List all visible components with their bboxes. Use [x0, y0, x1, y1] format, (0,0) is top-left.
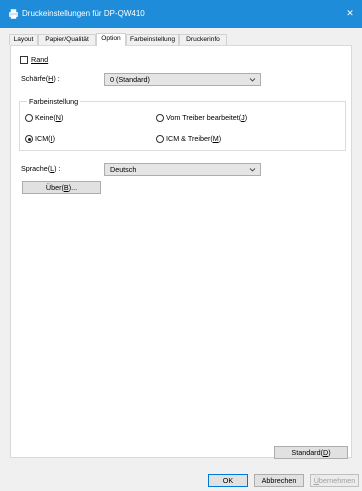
about-button-pre: Über( — [45, 183, 64, 192]
sprache-label-post: ) : — [54, 164, 61, 173]
about-button[interactable]: Über(B)... — [22, 181, 101, 194]
tab-druckerinfo[interactable]: Druckerinfo — [179, 34, 227, 45]
standard-button-pre: Standard( — [291, 448, 323, 457]
cancel-button[interactable]: Abbrechen — [254, 474, 304, 487]
radio-label-post: ) — [244, 113, 248, 122]
radio-label-pre: Vom Treiber bearbeitet( — [166, 113, 242, 122]
title-bar: Druckeinstellungen für DP-QW410 ✕ — [0, 0, 362, 28]
tab-label: Druckerinfo — [186, 36, 220, 43]
radio-icm[interactable] — [25, 135, 33, 143]
tab-label: Papier/Qualität — [45, 36, 89, 43]
tab-layout[interactable]: Layout — [9, 34, 38, 45]
chevron-down-icon — [249, 168, 256, 172]
apply-button[interactable]: Übernehmen — [310, 474, 359, 487]
chevron-down-icon — [249, 78, 256, 82]
farbeinstellung-group: Farbeinstellung Keine(N) Vom Treiber bea… — [19, 97, 346, 151]
sprache-select[interactable]: Deutsch — [104, 163, 261, 176]
radio-keine[interactable] — [25, 114, 33, 122]
radio-label-pre: Keine( — [35, 113, 56, 122]
printer-icon — [9, 9, 18, 19]
radio-label-post: ) — [60, 113, 64, 122]
radio-keine-label: Keine(N) — [35, 113, 63, 122]
rand-label-text: Rand — [31, 55, 49, 64]
standard-button-post: ) — [328, 448, 331, 457]
radio-label-post: ) — [218, 134, 222, 143]
sprache-label-pre: Sprache( — [21, 164, 51, 173]
schaerfe-value: 0 (Standard) — [110, 75, 150, 84]
rand-label: Rand — [31, 55, 48, 64]
dialog-body: Layout Papier/Qualität Option Farbeinste… — [0, 28, 362, 491]
radio-icm-label: ICM(I) — [35, 134, 55, 143]
farbeinstellung-group-title: Farbeinstellung — [27, 97, 81, 106]
tab-label: Option — [101, 35, 121, 42]
radio-label-pre: ICM & Treiber( — [166, 134, 213, 143]
radio-label-pre: ICM( — [35, 134, 51, 143]
tab-label: Layout — [13, 36, 34, 43]
radio-vom-treiber-label: Vom Treiber bearbeitet(J) — [166, 113, 247, 122]
window-title: Druckeinstellungen für DP-QW410 — [22, 9, 145, 18]
radio-label-post: ) — [52, 134, 55, 143]
radio-icm-treiber-label: ICM & Treiber(M) — [166, 134, 221, 143]
about-button-post: )... — [68, 183, 78, 192]
option-panel: Rand Schärfe(H) : 0 (Standard) Farbeinst… — [10, 45, 352, 459]
tab-papier-qualitaet[interactable]: Papier/Qualität — [38, 34, 96, 45]
radio-icm-treiber[interactable] — [156, 135, 164, 143]
schaerfe-label: Schärfe(H) : — [21, 74, 60, 83]
standard-button[interactable]: Standard(D) — [274, 446, 348, 459]
sprache-value: Deutsch — [110, 165, 137, 174]
ok-button[interactable]: OK — [208, 474, 248, 487]
tab-label: Farbeinstellung — [129, 36, 176, 43]
tab-farbeinstellung[interactable]: Farbeinstellung — [126, 34, 179, 45]
close-icon[interactable]: ✕ — [338, 0, 362, 28]
schaerfe-select[interactable]: 0 (Standard) — [104, 73, 261, 86]
rand-checkbox[interactable] — [20, 56, 28, 64]
tab-option[interactable]: Option — [96, 33, 126, 46]
apply-button-rest: bernehmen — [318, 476, 356, 485]
sprache-label: Sprache(L) : — [21, 164, 61, 173]
radio-vom-treiber[interactable] — [156, 114, 164, 122]
schaerfe-label-pre: Schärfe( — [21, 74, 49, 83]
schaerfe-label-post: ) : — [53, 74, 60, 83]
